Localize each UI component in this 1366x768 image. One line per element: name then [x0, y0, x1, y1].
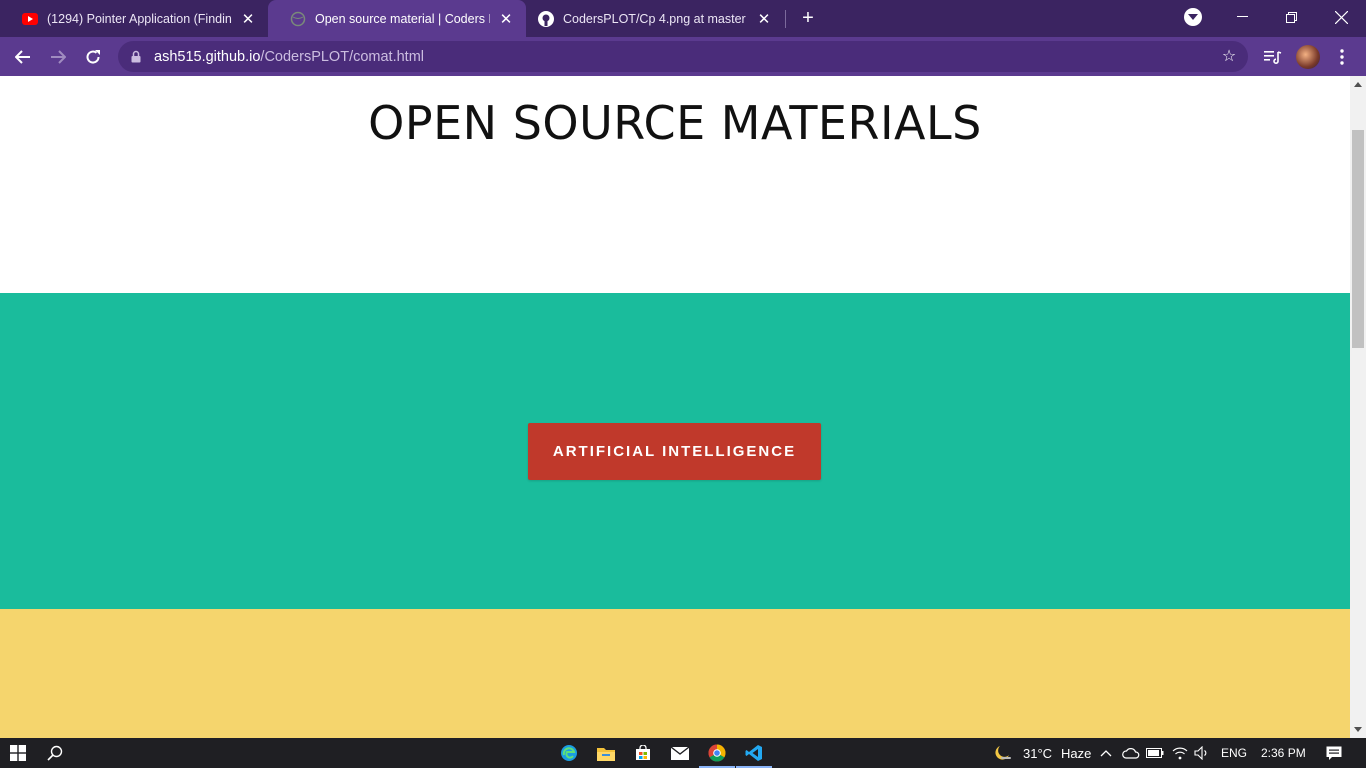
windows-start-icon[interactable]: [6, 741, 30, 765]
github-icon: [538, 10, 554, 27]
wifi-icon[interactable]: [1170, 741, 1190, 765]
back-icon[interactable]: [9, 43, 37, 71]
scroll-down-icon[interactable]: [1354, 727, 1362, 732]
notifications-icon[interactable]: [1322, 741, 1346, 765]
more-menu-icon[interactable]: [1330, 45, 1354, 69]
edge-icon[interactable]: [557, 741, 581, 765]
next-section: [0, 609, 1350, 738]
tab-youtube[interactable]: (1294) Pointer Application (Finding t ✕: [0, 0, 268, 37]
artificial-intelligence-button[interactable]: ARTIFICIAL INTELLIGENCE: [528, 423, 821, 480]
forward-icon[interactable]: [44, 43, 72, 71]
bookmark-star-icon[interactable]: ☆: [1220, 47, 1238, 65]
weather-condition[interactable]: Haze: [1061, 738, 1091, 768]
windows-taskbar: 31°C Haze ENG 2:36 PM: [0, 738, 1366, 768]
youtube-icon: [22, 11, 38, 27]
tab-title: CodersPLOT/Cp 4.png at master · As: [563, 11, 748, 26]
tab-open-source-material[interactable]: Open source material | Coders Plot ✕: [268, 0, 526, 37]
file-explorer-icon[interactable]: [594, 741, 618, 765]
chevron-up-icon[interactable]: [1096, 741, 1116, 765]
vscode-icon[interactable]: [736, 741, 772, 768]
profile-avatar[interactable]: [1296, 45, 1320, 69]
weather-temperature[interactable]: 31°C: [1023, 738, 1052, 768]
tab-strip: (1294) Pointer Application (Finding t ✕ …: [0, 0, 1366, 37]
clock[interactable]: 2:36 PM: [1261, 738, 1306, 768]
address-bar[interactable]: ash515.github.io/CodersPLOT/comat.html ☆: [118, 41, 1248, 72]
reload-icon[interactable]: [79, 43, 107, 71]
tab-search-icon[interactable]: [1184, 8, 1202, 26]
lock-icon: [131, 50, 141, 63]
minimize-icon[interactable]: [1219, 0, 1265, 34]
battery-icon[interactable]: [1145, 741, 1165, 765]
tab-github[interactable]: CodersPLOT/Cp 4.png at master · As ✕: [526, 0, 784, 37]
mail-icon[interactable]: [668, 741, 692, 765]
restore-icon[interactable]: [1268, 0, 1314, 34]
close-tab-icon[interactable]: ✕: [498, 11, 514, 28]
tab-separator: [785, 10, 786, 28]
tab-title: (1294) Pointer Application (Finding t: [47, 11, 232, 26]
ai-section: ARTIFICIAL INTELLIGENCE: [0, 293, 1350, 609]
media-control-icon[interactable]: [1261, 45, 1285, 69]
globe-icon: [290, 11, 306, 27]
search-icon[interactable]: [43, 741, 67, 765]
page-viewport: OPEN SOURCE MATERIALS ARTIFICIAL INTELLI…: [0, 76, 1350, 738]
browser-toolbar: ash515.github.io/CodersPLOT/comat.html ☆: [0, 37, 1366, 76]
weather-moon-icon[interactable]: [990, 741, 1014, 765]
scroll-thumb[interactable]: [1352, 130, 1364, 348]
close-tab-icon[interactable]: ✕: [240, 11, 256, 28]
close-tab-icon[interactable]: ✕: [756, 11, 772, 28]
page-scrollbar[interactable]: [1350, 76, 1366, 738]
store-icon[interactable]: [631, 741, 655, 765]
scroll-up-icon[interactable]: [1354, 82, 1362, 87]
volume-icon[interactable]: [1192, 741, 1212, 765]
language-indicator[interactable]: ENG: [1221, 738, 1247, 768]
close-window-icon[interactable]: [1318, 0, 1364, 34]
new-tab-icon[interactable]: +: [797, 7, 819, 29]
onedrive-icon[interactable]: [1121, 741, 1141, 765]
page-title: OPEN SOURCE MATERIALS: [368, 96, 982, 150]
tab-title: Open source material | Coders Plot: [315, 11, 490, 26]
chrome-icon[interactable]: [699, 741, 735, 768]
url-text[interactable]: ash515.github.io/CodersPLOT/comat.html: [154, 49, 424, 65]
